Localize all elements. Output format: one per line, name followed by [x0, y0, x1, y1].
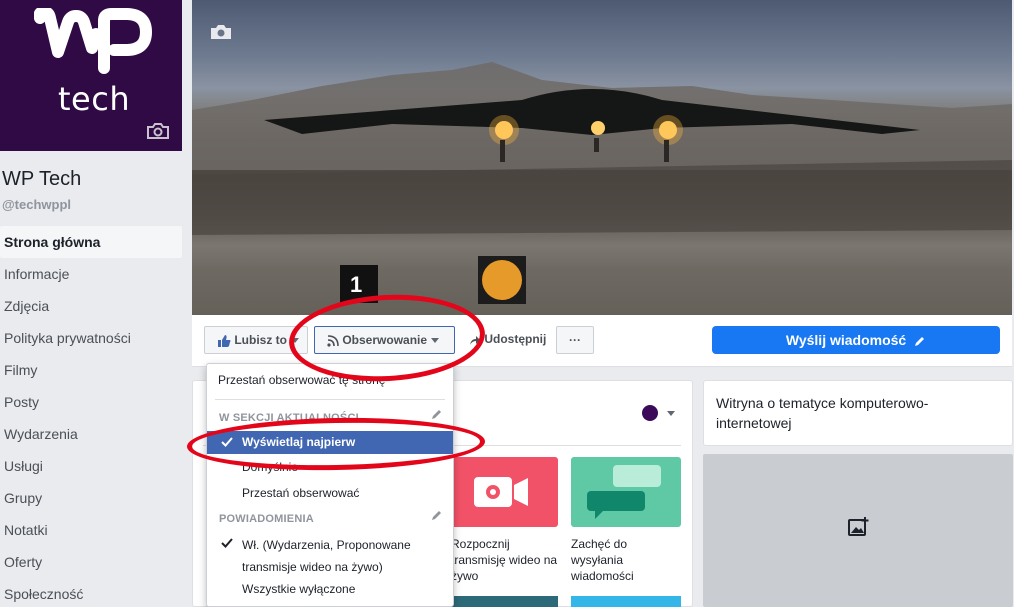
divider	[215, 399, 445, 400]
svg-text:1: 1	[350, 272, 362, 297]
unfollow-option[interactable]: Przestań obserwować	[242, 486, 488, 500]
thumbs-up-icon	[218, 334, 231, 347]
sidebar-item-photos[interactable]: Zdjęcia	[0, 290, 182, 322]
like-label: Lubisz to	[234, 333, 288, 347]
more-options-button[interactable]: ···	[556, 326, 594, 354]
page-avatar-icon[interactable]	[642, 405, 658, 421]
sidebar-item-info[interactable]: Informacje	[0, 258, 182, 290]
sidebar-item-notes[interactable]: Notatki	[0, 514, 182, 546]
send-message-button[interactable]: Wyślij wiadomość	[712, 326, 1000, 354]
sidebar: tech WP Tech @techwppl Strona główna Inf…	[0, 0, 182, 607]
sidebar-nav: Strona główna Informacje Zdjęcia Polityk…	[0, 226, 182, 607]
page-handle[interactable]: @techwppl	[2, 197, 71, 212]
add-photo-icon	[848, 517, 869, 536]
about-card: Witryna o tematyce komputerowo-interneto…	[703, 380, 1013, 446]
live-video-label: Rozpocznij transmisję wideo na żywo	[451, 537, 558, 583]
chat-bubbles-icon	[587, 465, 661, 519]
sidebar-item-videos[interactable]: Filmy	[0, 354, 182, 386]
messages-label: Zachęć do wysyłania wiadomości	[571, 537, 634, 583]
cover-image: 1	[192, 62, 1012, 315]
messages-tile[interactable]	[571, 457, 681, 527]
sidebar-item-offers[interactable]: Oferty	[0, 546, 182, 578]
sidebar-item-home[interactable]: Strona główna	[0, 226, 182, 258]
tile-preview[interactable]	[571, 596, 681, 607]
sidebar-item-services[interactable]: Usługi	[0, 450, 182, 482]
sidebar-item-events[interactable]: Wydarzenia	[0, 418, 182, 450]
notifications-on-option[interactable]: Wł. (Wydarzenia, Proponowane transmisje …	[242, 534, 442, 578]
sidebar-item-privacy[interactable]: Polityka prywatności	[0, 322, 182, 354]
checkmark-icon	[221, 538, 233, 548]
pencil-icon[interactable]	[431, 408, 443, 420]
add-photo-card[interactable]	[703, 454, 1013, 607]
send-message-label: Wyślij wiadomość	[785, 332, 907, 348]
sidebar-item-groups[interactable]: Grupy	[0, 482, 182, 514]
pencil-icon	[915, 337, 925, 347]
page-name[interactable]: WP Tech	[2, 168, 81, 191]
logo-text: tech	[58, 80, 131, 118]
wp-logo	[34, 8, 152, 74]
chevron-down-icon[interactable]	[667, 411, 675, 416]
following-dropdown: Przestań obserwować tę stronę W SEKCJI A…	[206, 363, 454, 607]
cover-photo[interactable]: 1	[192, 0, 1012, 315]
tile-preview[interactable]	[448, 596, 558, 607]
about-text: Witryna o tematyce komputerowo-interneto…	[716, 395, 929, 431]
profile-picture[interactable]: tech	[0, 0, 182, 151]
sidebar-item-posts[interactable]: Posty	[0, 386, 182, 418]
camera-icon[interactable]	[146, 122, 170, 140]
camera-icon[interactable]	[210, 24, 232, 40]
share-label: Udostępnij	[484, 332, 547, 346]
all-off-option[interactable]: Wszystkie wyłączone	[242, 582, 488, 596]
sidebar-item-community[interactable]: Społeczność	[0, 578, 182, 607]
pencil-icon[interactable]	[431, 509, 443, 521]
notifications-header: POWIADOMIENIA	[219, 513, 314, 525]
